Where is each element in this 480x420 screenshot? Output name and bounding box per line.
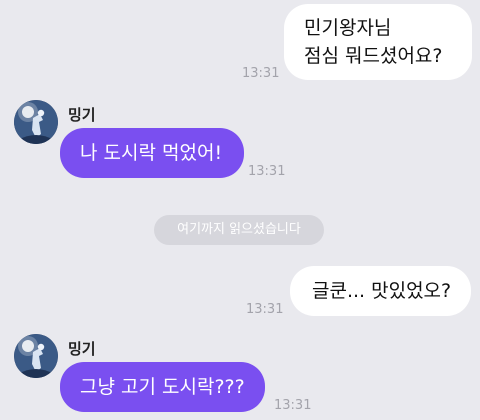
sender-avatar[interactable]: [14, 100, 58, 144]
message-line: 민기왕자님: [304, 17, 392, 39]
message-text: 그냥 고기 도시락???: [80, 376, 245, 398]
chat-view: 민기왕자님 점심 뭐드셨어요? 13:31 밍기 나 도시락 먹었어! 13:3…: [0, 0, 480, 420]
incoming-message-bubble[interactable]: 나 도시락 먹었어!: [60, 128, 245, 178]
profile-avatar-icon: [14, 334, 58, 378]
message-time: 13:31: [242, 66, 280, 81]
message-line: 점심 뭐드셨어요?: [304, 45, 443, 67]
outgoing-message-bubble[interactable]: 민기왕자님 점심 뭐드셨어요?: [284, 4, 472, 80]
incoming-message-bubble[interactable]: 그냥 고기 도시락???: [60, 362, 265, 412]
sender-name: 밍기: [68, 106, 96, 124]
sender-avatar[interactable]: [14, 334, 58, 378]
profile-avatar-icon: [14, 100, 58, 144]
message-text: 나 도시락 먹었어!: [80, 142, 223, 164]
message-text: 글쿤... 맛있었오?: [312, 280, 452, 302]
message-time: 13:31: [246, 302, 284, 317]
outgoing-message-bubble[interactable]: 글쿤... 맛있었오?: [290, 266, 472, 316]
sender-name: 밍기: [68, 340, 96, 358]
message-time: 13:31: [248, 164, 286, 179]
read-marker-notice: 여기까지 읽으셨습니다: [154, 215, 324, 245]
message-time: 13:31: [274, 398, 312, 413]
